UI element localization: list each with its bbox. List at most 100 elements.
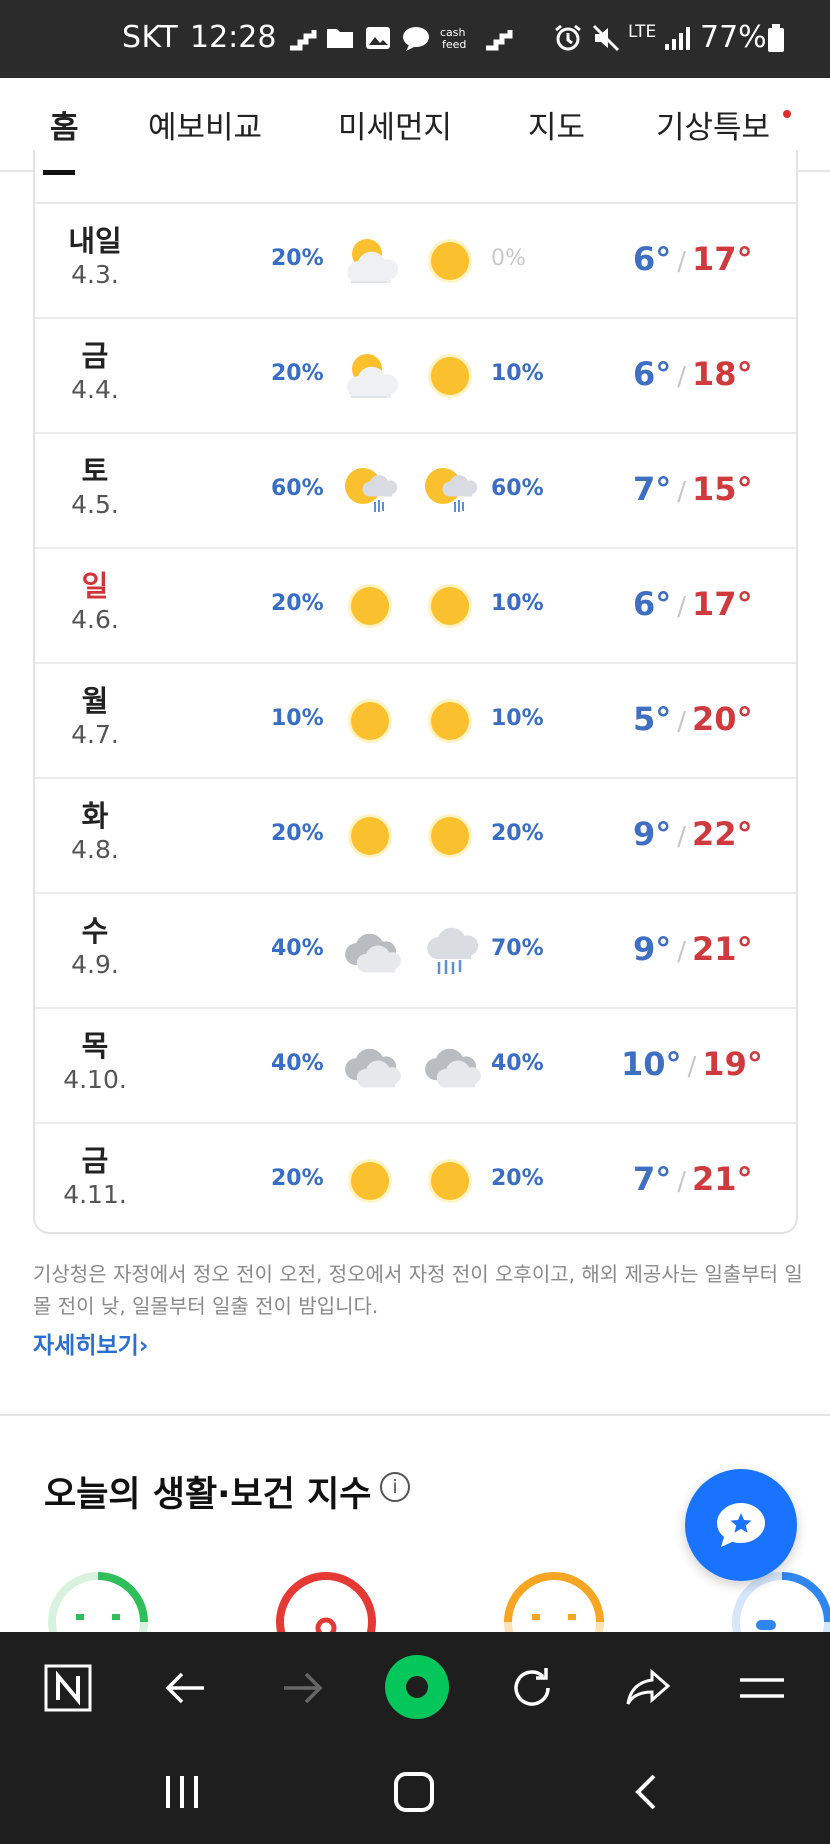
am-precip-chance: 20% <box>271 246 324 271</box>
max-temp: 17° <box>692 585 753 623</box>
info-icon[interactable]: i <box>380 1472 410 1502</box>
max-temp: 19° <box>702 1045 763 1083</box>
max-temp: 22° <box>692 815 753 853</box>
temperature-range: 9°/22° <box>633 815 793 853</box>
forecast-day: 월 <box>81 684 109 718</box>
temp-separator: / <box>677 247 687 277</box>
forecast-row[interactable]: 금 4.11. 20% 20% 7°/21° <box>35 1124 796 1232</box>
temp-separator: / <box>677 592 687 622</box>
temp-separator: / <box>677 1167 687 1197</box>
forecast-date: 4.7. <box>71 720 119 749</box>
refresh-icon[interactable] <box>506 1662 558 1714</box>
max-temp: 21° <box>692 1160 753 1198</box>
temp-separator: / <box>677 937 687 967</box>
am-precip-chance: 20% <box>271 361 324 386</box>
messenger-icon <box>403 27 429 51</box>
tab-fine-dust[interactable]: 미세먼지 <box>338 102 452 147</box>
life-index-title: 오늘의 생활·보건 지수 <box>44 1475 372 1515</box>
pm-precip-chance: 10% <box>491 706 544 731</box>
forecast-row[interactable]: 수 4.9. 40% 70% 9°/21° <box>35 894 796 1009</box>
temperature-range: 6°/17° <box>633 585 793 623</box>
forecast-day: 금 <box>81 339 109 373</box>
forecast-day: 목 <box>81 1029 109 1063</box>
cut-off-row-marker <box>43 170 75 175</box>
green-dot-button-icon[interactable] <box>382 1652 452 1722</box>
forecast-row[interactable]: 목 4.10. 40% 40% 10°/19° <box>35 1009 796 1124</box>
system-navigation-bar <box>0 1742 830 1844</box>
max-temp: 20° <box>692 700 753 738</box>
mute-icon <box>592 24 620 52</box>
forecast-date: 4.10. <box>63 1065 127 1094</box>
pm-precip-chance: 40% <box>491 1051 544 1076</box>
partly-cloudy-icon <box>339 232 401 290</box>
gallery-icon <box>366 27 390 49</box>
forecast-row[interactable]: 토 4.5. 60% 60% 7°/15° <box>35 434 796 549</box>
tab-map[interactable]: 지도 <box>528 102 585 147</box>
temperature-range: 6°/18° <box>633 355 793 393</box>
sunny-icon <box>419 347 481 405</box>
alert-dot <box>783 110 791 118</box>
am-precip-chance: 20% <box>271 591 324 616</box>
recent-apps-icon[interactable] <box>160 1770 204 1814</box>
partly-cloudy-icon <box>339 347 401 405</box>
chatbot-fab-button[interactable] <box>685 1469 797 1581</box>
forecast-date: 4.11. <box>63 1180 127 1209</box>
menu-icon[interactable] <box>736 1662 788 1714</box>
temperature-range: 9°/21° <box>633 930 793 968</box>
svg-text:feed: feed <box>442 38 466 51</box>
forecast-day: 수 <box>81 914 109 948</box>
forecast-date: 4.4. <box>71 375 119 404</box>
temp-separator: / <box>687 1052 697 1082</box>
carrier-label: SKT <box>122 20 179 55</box>
more-details-label: 자세히보기 <box>33 1333 139 1359</box>
battery-icon <box>768 24 784 52</box>
sunny-icon <box>419 232 481 290</box>
forecast-date: 4.8. <box>71 835 119 864</box>
am-precip-chance: 60% <box>271 476 324 501</box>
chat-star-icon <box>717 1503 765 1547</box>
forecast-day: 내일 <box>68 224 122 258</box>
back-nav-icon[interactable] <box>626 1770 670 1814</box>
am-precip-chance: 10% <box>271 706 324 731</box>
forward-arrow-icon[interactable] <box>276 1662 328 1714</box>
cloudy-icon <box>419 1037 481 1095</box>
sunny-icon <box>339 1152 401 1210</box>
weekly-forecast-card: 내일 4.3. 20% 0% 6°/17° 금 4.4. 20% 10% 6°/18° 토 4.5. 6… <box>33 150 798 1234</box>
tab-weather-alert[interactable]: 기상특보 <box>656 102 770 147</box>
temperature-range: 7°/21° <box>633 1160 793 1198</box>
status-bar: SKT 12:28 cash feed LTE 77% <box>0 0 830 78</box>
clock: 12:28 <box>190 20 277 55</box>
min-temp: 9° <box>633 815 672 853</box>
pm-precip-chance: 20% <box>491 821 544 846</box>
forecast-date: 4.9. <box>71 950 119 979</box>
rain-icon <box>419 922 481 980</box>
home-nav-icon[interactable] <box>392 1770 436 1814</box>
cloudy-icon <box>339 922 401 980</box>
back-arrow-icon[interactable] <box>160 1662 212 1714</box>
forecast-row[interactable]: 월 4.7. 10% 10% 5°/20° <box>35 664 796 779</box>
tab-forecast-compare[interactable]: 예보비교 <box>148 102 262 147</box>
forecast-row[interactable]: 금 4.4. 20% 10% 6°/18° <box>35 319 796 434</box>
section-divider <box>0 1414 830 1416</box>
cloudy-icon <box>339 1037 401 1095</box>
min-temp: 7° <box>633 1160 672 1198</box>
max-temp: 15° <box>692 470 753 508</box>
min-temp: 6° <box>633 240 672 278</box>
min-temp: 10° <box>621 1045 682 1083</box>
folder-icon <box>327 29 353 48</box>
forecast-day: 일 <box>81 569 109 603</box>
forecast-row[interactable]: 화 4.8. 20% 20% 9°/22° <box>35 779 796 894</box>
forecast-date: 4.6. <box>71 605 119 634</box>
share-icon[interactable] <box>622 1662 674 1714</box>
forecast-day: 화 <box>81 799 109 833</box>
tab-home[interactable]: 홈 <box>50 102 79 147</box>
temperature-range: 10°/19° <box>621 1045 781 1083</box>
forecast-row[interactable]: 내일 4.3. 20% 0% 6°/17° <box>35 204 796 319</box>
naver-home-icon[interactable] <box>42 1662 94 1714</box>
more-details-link[interactable]: 자세히보기› <box>33 1326 148 1360</box>
browser-toolbar <box>0 1632 830 1742</box>
forecast-row[interactable]: 일 4.6. 20% 10% 6°/17° <box>35 549 796 664</box>
forecast-day: 토 <box>81 454 109 488</box>
min-temp: 9° <box>633 930 672 968</box>
temperature-range: 7°/15° <box>633 470 793 508</box>
